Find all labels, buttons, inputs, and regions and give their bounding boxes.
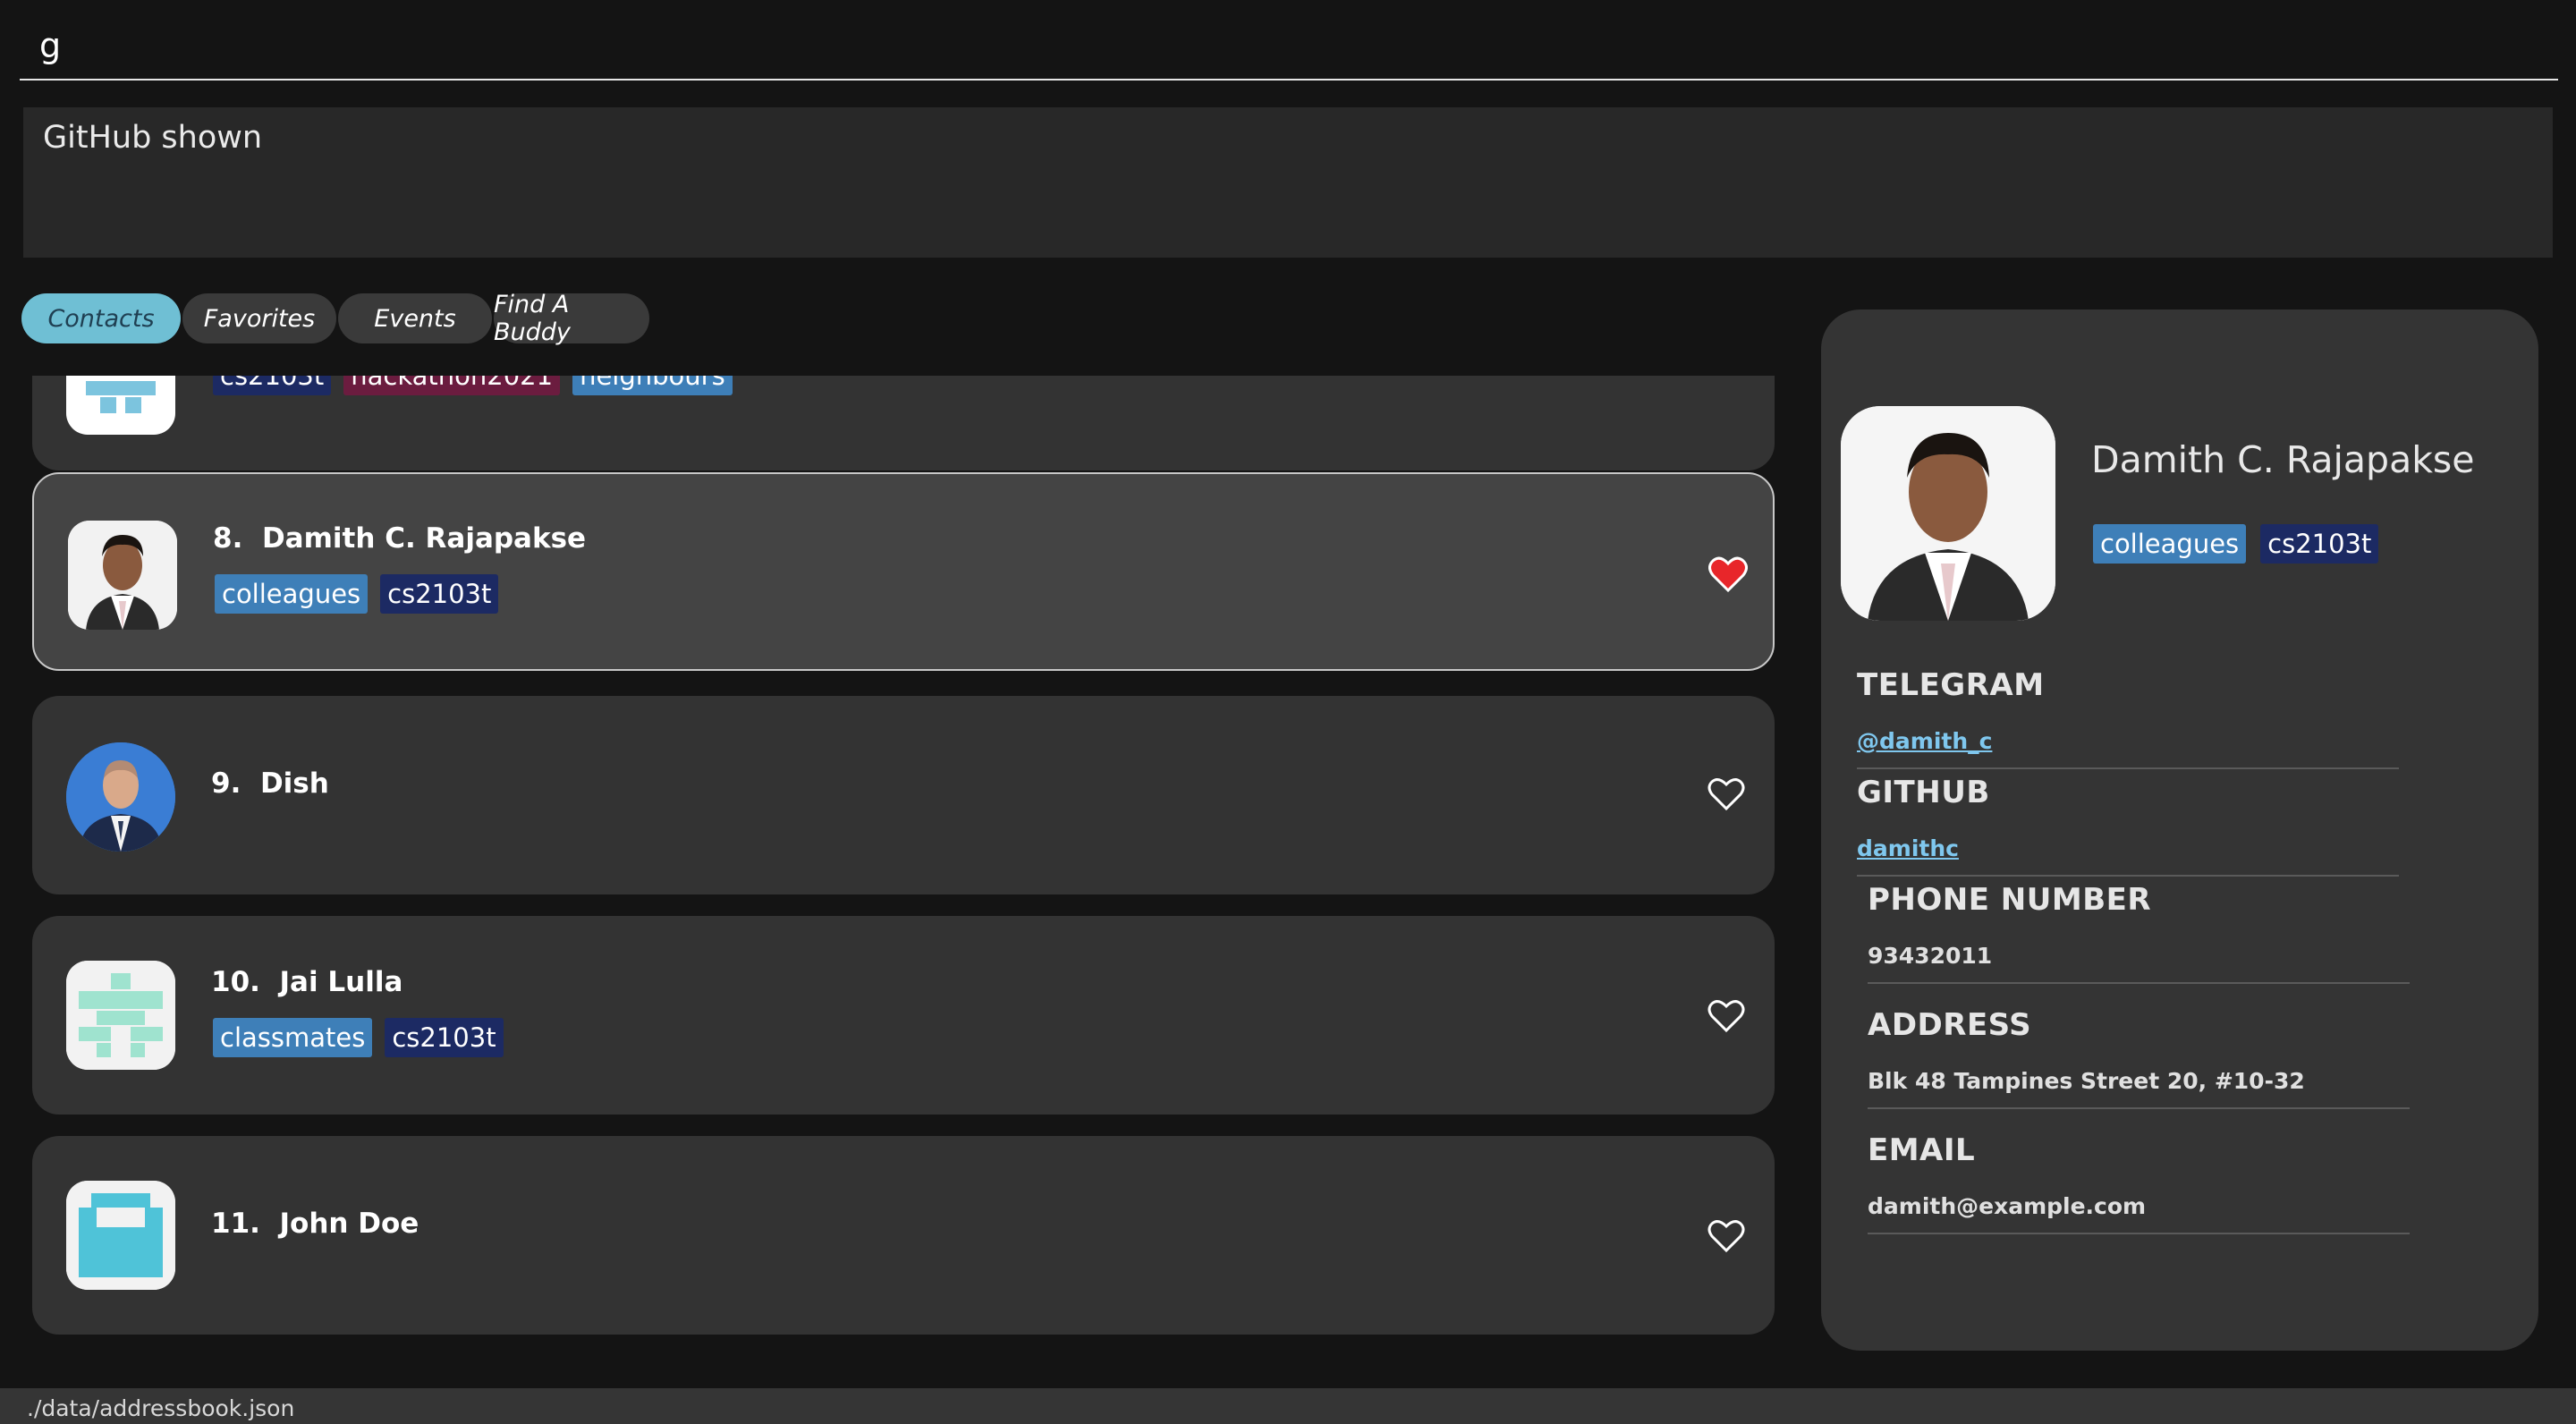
command-input[interactable]	[39, 23, 2535, 68]
contact-name-text: Jai Lulla	[279, 966, 403, 998]
contact-index: 8.	[213, 522, 243, 555]
contact-name-text: John Doe	[279, 1208, 419, 1240]
tag-cs2103t: cs2103t	[2260, 524, 2379, 564]
tag-cs2103t: cs2103t	[380, 574, 499, 614]
identicon-avatar	[66, 1181, 175, 1290]
identicon-avatar	[66, 961, 175, 1070]
tab-contacts[interactable]: Contacts	[21, 293, 181, 343]
contact-detail-panel: Damith C. Rajapakse colleagues cs2103t T…	[1821, 309, 2538, 1351]
contact-card-dish[interactable]: 9. Dish	[32, 696, 1775, 894]
tab-find-a-buddy[interactable]: Find A Buddy	[494, 291, 649, 346]
email-value: damith@example.com	[1868, 1193, 2147, 1219]
telegram-label: TELEGRAM	[1857, 667, 2045, 703]
contact-name-text: Damith C. Rajapakse	[261, 522, 587, 555]
result-text: GitHub shown	[43, 120, 263, 156]
tag-colleagues: colleagues	[215, 574, 369, 614]
divider	[1857, 875, 2399, 877]
heart-outline-icon[interactable]	[1707, 776, 1746, 812]
contact-tags: classmates cs2103t	[213, 1018, 504, 1057]
tag-classmates: classmates	[213, 1018, 373, 1057]
result-display: GitHub shown	[23, 107, 2553, 258]
avatar-photo	[68, 521, 177, 630]
contact-name: 10. Jai Lulla	[211, 966, 402, 998]
contact-card-john-doe[interactable]: 11. John Doe	[32, 1136, 1775, 1335]
heart-outline-icon[interactable]	[1707, 1218, 1746, 1254]
contact-name-text: Dish	[259, 767, 329, 800]
contact-name: 11. John Doe	[211, 1208, 419, 1240]
detail-name: Damith C. Rajapakse	[2091, 438, 2475, 481]
divider	[1868, 1107, 2410, 1109]
contact-tags: cs2103t hackathon2021 neighbours	[213, 376, 733, 395]
contact-tags: colleagues cs2103t	[215, 574, 499, 614]
tab-favorites[interactable]: Favorites	[182, 293, 336, 343]
phone-label: PHONE NUMBER	[1868, 882, 2152, 918]
tag-hackathon2021: hackathon2021	[343, 376, 561, 395]
contact-card-damith[interactable]: 8. Damith C. Rajapakse colleagues cs2103…	[32, 472, 1775, 671]
save-location-path: ./data/addressbook.json	[27, 1395, 295, 1421]
contact-list[interactable]: cs2103t hackathon2021 neighbours 8. Dami…	[27, 376, 1782, 1392]
divider	[1868, 982, 2410, 984]
github-label: GITHUB	[1857, 775, 1990, 810]
heart-outline-icon[interactable]	[1707, 998, 1746, 1034]
tag-colleagues: colleagues	[2093, 524, 2247, 564]
tag-cs2103t: cs2103t	[213, 376, 332, 395]
detail-avatar-photo	[1841, 406, 2055, 621]
detail-tags: colleagues cs2103t	[2093, 524, 2379, 564]
divider	[1868, 1233, 2410, 1234]
identicon-avatar	[66, 376, 175, 435]
contact-card-jai-lulla[interactable]: 10. Jai Lulla classmates cs2103t	[32, 916, 1775, 1115]
phone-value: 93432011	[1868, 943, 1993, 969]
avatar-photo	[66, 742, 175, 852]
status-bar: ./data/addressbook.json	[0, 1388, 2576, 1424]
address-value: Blk 48 Tampines Street 20, #10-32	[1868, 1068, 2305, 1094]
address-label: ADDRESS	[1868, 1007, 2032, 1043]
tab-events[interactable]: Events	[338, 293, 492, 343]
github-link[interactable]: damithc	[1857, 835, 1959, 861]
contact-index: 10.	[211, 966, 260, 998]
tag-cs2103t: cs2103t	[385, 1018, 504, 1057]
telegram-link[interactable]: @damith_c	[1857, 728, 1992, 754]
contact-name: 8. Damith C. Rajapakse	[213, 522, 586, 555]
tag-neighbours: neighbours	[572, 376, 733, 395]
heart-filled-icon[interactable]	[1708, 556, 1748, 592]
command-box	[20, 0, 2558, 81]
contact-name: 9. Dish	[211, 767, 329, 800]
email-label: EMAIL	[1868, 1132, 1976, 1168]
contact-index: 11.	[211, 1208, 260, 1240]
divider	[1857, 767, 2399, 769]
contact-card[interactable]: cs2103t hackathon2021 neighbours	[32, 376, 1775, 470]
contact-index: 9.	[211, 767, 242, 800]
